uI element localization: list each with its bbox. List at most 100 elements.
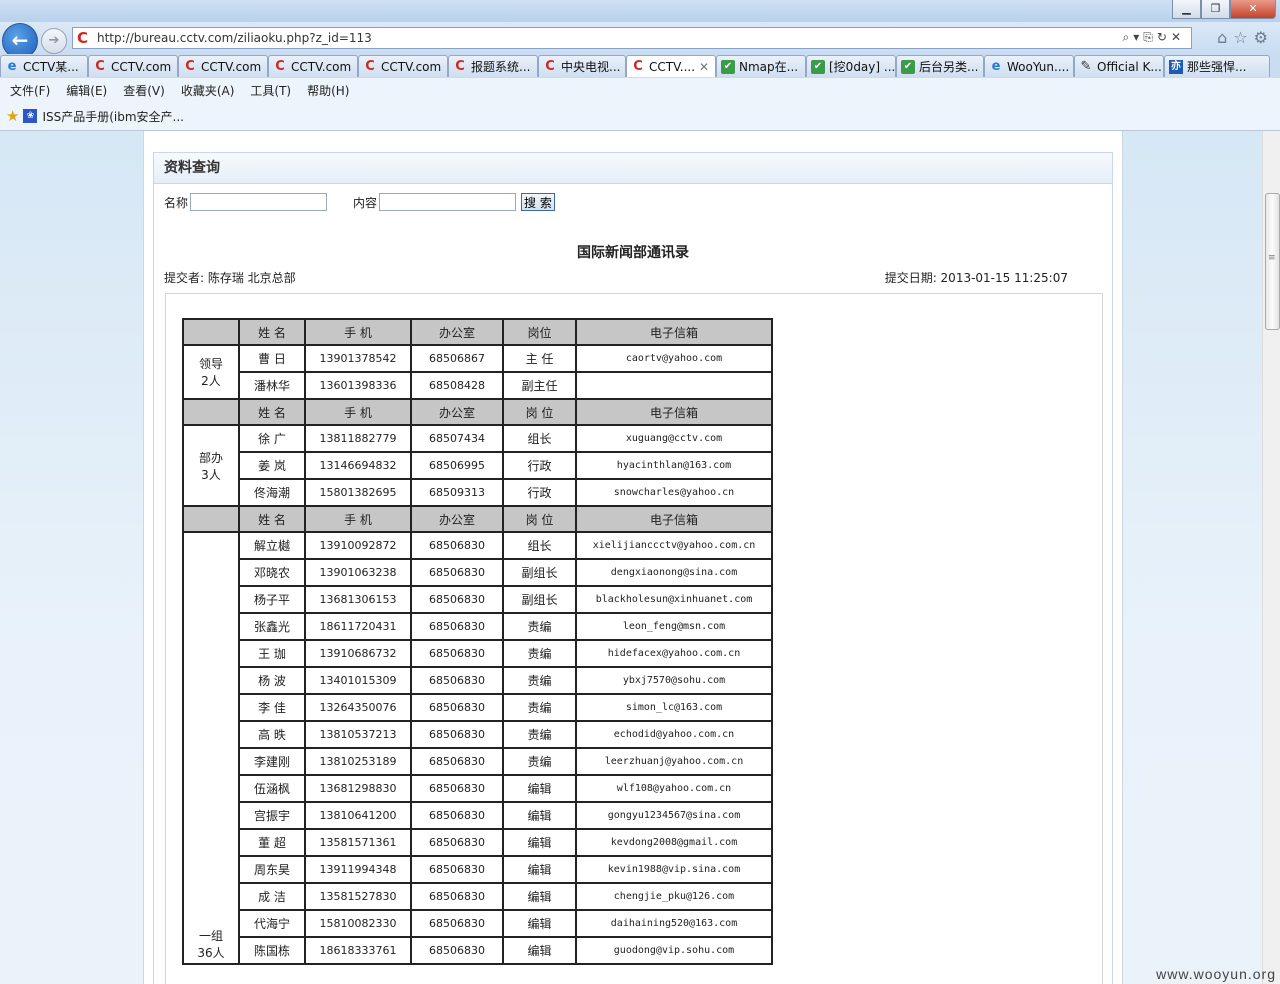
email-cell: blackholesun@xinhuanet.com: [575, 585, 773, 614]
mobile-cell: 13581527830: [304, 882, 412, 911]
table-row: 陈国栋 18618333761 68506830 编辑 guodong@vip.sohu…: [183, 936, 773, 965]
column-header: 手 机: [304, 398, 412, 426]
email-cell: caortv@yahoo.com: [575, 344, 773, 373]
tab-close-icon[interactable]: ✕: [699, 60, 709, 74]
gear-icon[interactable]: ⚙: [1254, 28, 1274, 47]
email-cell: simon_lc@163.com: [575, 693, 773, 722]
table-row: 邓晓农 13901063238 68506830 副组长 dengxiaonong@si…: [183, 558, 773, 587]
browser-tab[interactable]: C CCTV.... ✕: [626, 55, 716, 77]
favorite-link[interactable]: ISS产品手册(ibm安全产...: [42, 108, 184, 125]
tab-favicon-icon: ✎: [1080, 58, 1092, 74]
table-header-row: 姓 名手 机办公室岗 位电子信箱: [182, 505, 773, 533]
email-cell: xielijianccctv@yahoo.com.cn: [575, 531, 773, 560]
content-label: 内容: [353, 195, 378, 210]
address-url[interactable]: http://bureau.cctv.com/ziliaoku.php?z_id…: [97, 31, 372, 45]
mobile-cell: 13910686732: [304, 639, 412, 668]
menu-item[interactable]: 查看(V): [123, 82, 165, 99]
position-cell: 副主任: [502, 371, 577, 400]
table-row: 一组 36人 解立樾 13910092872 68506830 组长 xielijianc…: [182, 531, 773, 965]
table-row: 宫振宇 13810641200 68506830 编辑 gongyu1234567@si…: [183, 801, 773, 830]
table-row: 高 昳 13810537213 68506830 责编 echodid@yahoo.co…: [183, 720, 773, 749]
email-cell: dengxiaonong@sina.com: [575, 558, 773, 587]
browser-tab[interactable]: ✔ 后台另类...: [896, 55, 984, 77]
favorites-star-icon[interactable]: ★: [6, 107, 19, 125]
browser-tab[interactable]: C CCTV.com: [268, 55, 358, 77]
header-blank-cell: [182, 398, 240, 426]
column-header: 岗 位: [502, 398, 577, 426]
close-button[interactable]: ✕: [1230, 0, 1276, 19]
search-button[interactable]: 搜 索: [521, 193, 555, 211]
table-row: 部办 3人徐 广 13811882779 68507434 组长 xuguang@cct…: [182, 424, 773, 507]
menu-item[interactable]: 收藏夹(A): [181, 82, 235, 99]
table-row: 佟海潮 15801382695 68509313 行政 snowcharles@yaho…: [183, 478, 773, 507]
home-icon[interactable]: ⌂: [1217, 28, 1233, 47]
table-row: 成 洁 13581527830 68506830 编辑 chengjie_pku@126…: [183, 882, 773, 911]
minimize-button[interactable]: ▁: [1172, 0, 1201, 19]
position-cell: 责编: [502, 693, 577, 722]
window-titlebar: ▁ ❐ ✕: [0, 0, 1280, 22]
tab-label: CCTV某...: [23, 60, 79, 74]
browser-tab[interactable]: ✎ Official K...: [1074, 55, 1164, 77]
name-cell: 高 昳: [238, 720, 306, 749]
mobile-cell: 13910092872: [304, 531, 412, 560]
browser-tab[interactable]: ✔ [挖0day] ...: [806, 55, 896, 77]
dropdown-icon[interactable]: ▾: [1133, 30, 1143, 44]
browser-tab[interactable]: ✔ Nmap在...: [716, 55, 806, 77]
menu-item[interactable]: 工具(T): [250, 82, 291, 99]
tab-favicon-icon: C: [545, 58, 555, 74]
browser-tab[interactable]: 亦那些强悍...: [1164, 55, 1270, 77]
name-cell: 宫振宇: [238, 801, 306, 830]
browser-tab[interactable]: e CCTV某...: [0, 55, 88, 77]
submitter: 提交者: 陈存瑞 北京总部: [164, 271, 296, 285]
address-bar[interactable]: C http://bureau.cctv.com/ziliaoku.php?z_…: [72, 27, 1192, 49]
submit-date: 提交日期: 2013-01-15 11:25:07: [884, 271, 1068, 285]
menu-item[interactable]: 帮助(H): [307, 82, 349, 99]
office-cell: 68506830: [410, 747, 504, 776]
panel-title: 资料查询: [154, 153, 1112, 184]
name-cell: 伍涵枫: [238, 774, 306, 803]
search-icon[interactable]: ⌕: [1123, 30, 1134, 44]
name-cell: 杨子平: [238, 585, 306, 614]
browser-tab[interactable]: C CCTV.com: [358, 55, 448, 77]
favorites-star-icon[interactable]: ☆: [1233, 28, 1253, 47]
compat-icon[interactable]: ⎘: [1143, 30, 1157, 44]
email-cell: wlf108@yahoo.com.cn: [575, 774, 773, 803]
position-cell: 编辑: [502, 774, 577, 803]
menu-item[interactable]: 编辑(E): [66, 82, 107, 99]
scrollbar-grip-icon: ≡: [1268, 253, 1276, 263]
mobile-cell: 13901378542: [304, 344, 412, 373]
name-input[interactable]: [190, 193, 328, 211]
menu-bar: 文件(F) 编辑(E) 查看(V) 收藏夹(A) 工具(T) 帮助(H): [0, 78, 1280, 102]
office-cell: 68506830: [410, 801, 504, 830]
name-cell: 潘林华: [238, 371, 306, 400]
forward-button[interactable]: ➔: [41, 28, 67, 54]
content-input[interactable]: [379, 193, 517, 211]
table-row: 李建刚 13810253189 68506830 责编 leerzhuanj@yahoo…: [183, 747, 773, 776]
table-row: 王 珈 13910686732 68506830 责编 hidefacex@yahoo.…: [183, 639, 773, 668]
browser-tab[interactable]: C CCTV.com: [88, 55, 178, 77]
office-cell: 68506830: [410, 720, 504, 749]
tab-label: Nmap在...: [739, 60, 799, 74]
refresh-icon[interactable]: ↻: [1157, 30, 1171, 44]
group-cell: 部办 3人: [182, 424, 240, 507]
browser-tab[interactable]: C CCTV.com: [178, 55, 268, 77]
stop-icon[interactable]: ✕: [1171, 30, 1185, 44]
email-cell: hidefacex@yahoo.com.cn: [575, 639, 773, 668]
tab-strip: e CCTV某... C CCTV.com C CCTV.com C CCTV.com C CCT…: [0, 54, 1280, 79]
mobile-cell: 13911994348: [304, 855, 412, 884]
name-cell: 代海宁: [238, 909, 306, 938]
tab-favicon-icon: C: [275, 58, 285, 74]
menu-item[interactable]: 文件(F): [10, 82, 50, 99]
column-header: 办公室: [410, 318, 504, 346]
browser-tab[interactable]: e WooYun....: [984, 55, 1074, 77]
office-cell: 68507434: [410, 424, 504, 453]
maximize-button[interactable]: ❐: [1201, 0, 1230, 19]
table-row: 伍涵枫 13681298830 68506830 编辑 wlf108@yahoo.com…: [183, 774, 773, 803]
browser-tab[interactable]: C 报题系统...: [448, 55, 538, 77]
content-box: 姓 名手 机办公室 岗位 电子信箱 领导 2人曹 日 13901378542 685068…: [165, 293, 1103, 984]
office-cell: 68506830: [410, 558, 504, 587]
tab-label: CCTV.com: [291, 59, 352, 74]
vertical-scrollbar[interactable]: ≡: [1262, 131, 1280, 984]
position-cell: 副组长: [502, 558, 577, 587]
browser-tab[interactable]: C 中央电视...: [538, 55, 626, 77]
